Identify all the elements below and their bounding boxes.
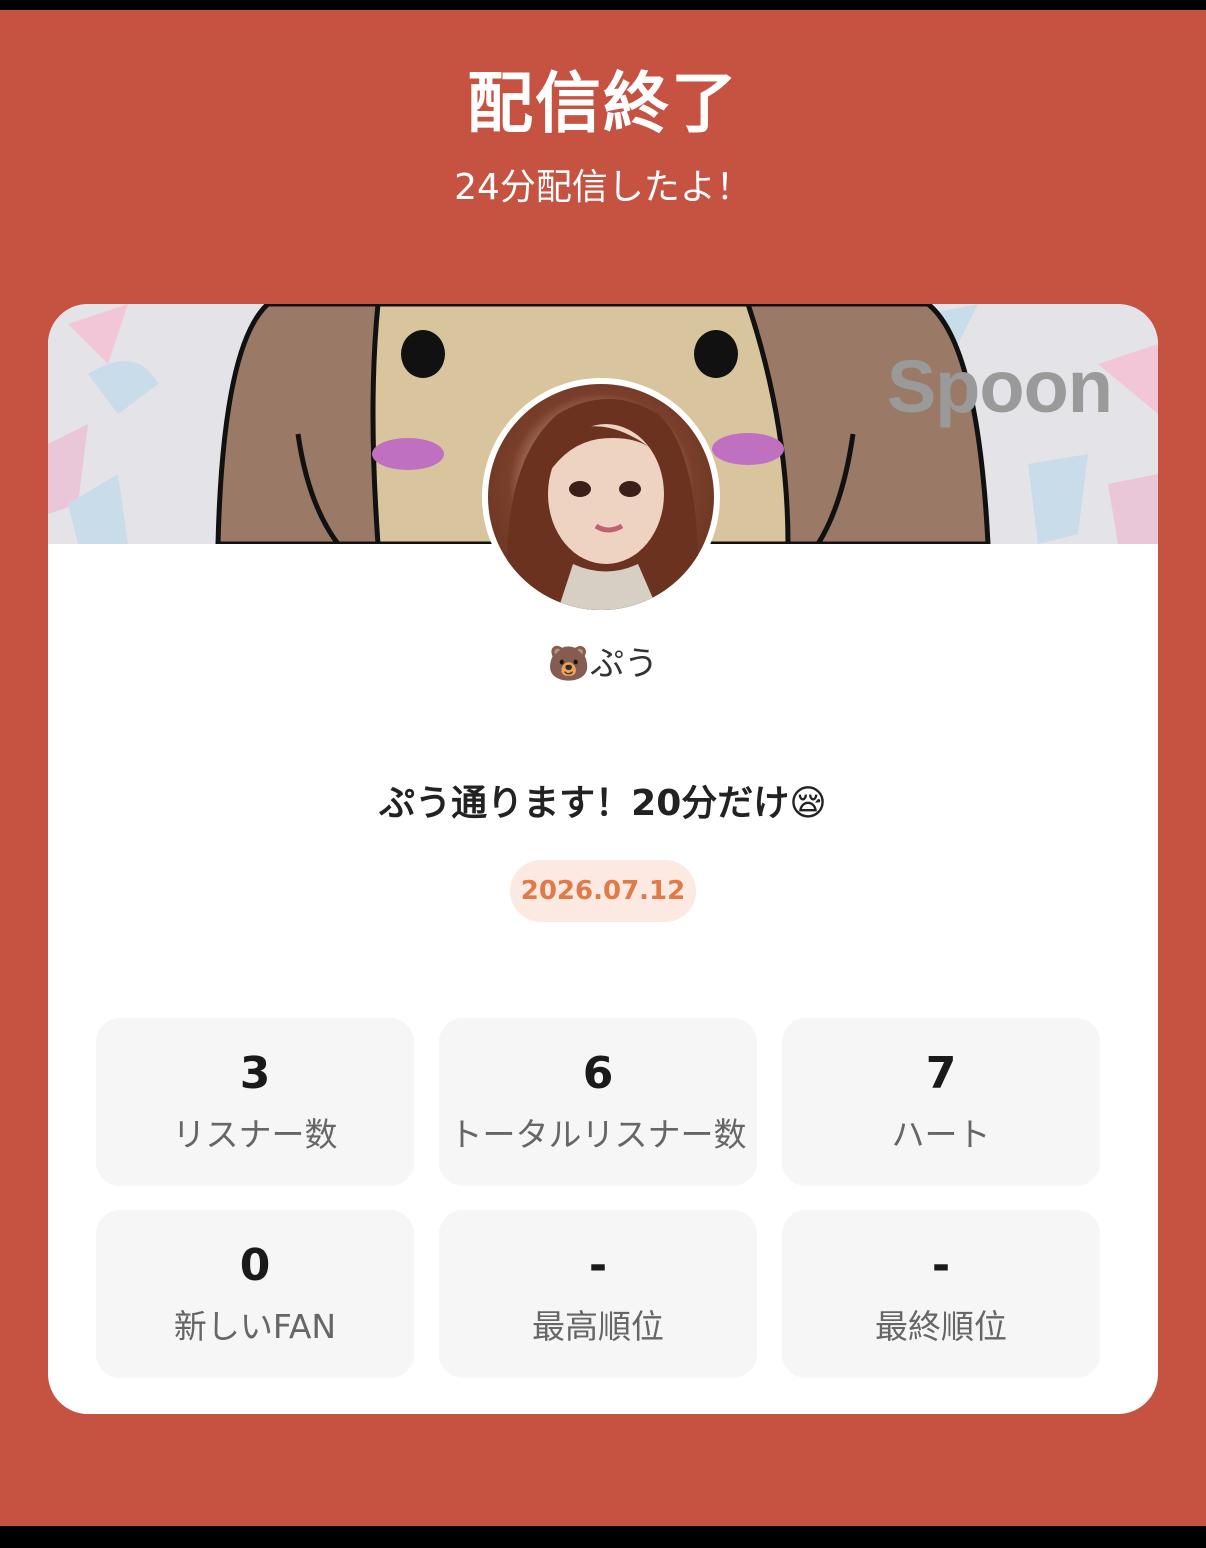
stat-label: 最終順位: [875, 1307, 1007, 1347]
stat-value: -: [588, 1239, 608, 1291]
date-badge: 2026.07.12: [510, 860, 696, 922]
avatar[interactable]: [482, 378, 720, 616]
stat-label: トータルリスナー数: [449, 1115, 747, 1155]
broadcast-duration: 24分配信したよ！: [454, 167, 752, 208]
stat-listeners: 3 リスナー数: [96, 1018, 414, 1186]
stat-highest-rank: - 最高順位: [439, 1210, 757, 1378]
stat-total-listeners: 6 トータルリスナー数: [439, 1018, 757, 1186]
stat-label: リスナー数: [172, 1115, 338, 1155]
stat-new-fans: 0 新しいFAN: [96, 1210, 414, 1378]
live-title: ぷう通ります！20分だけ😪: [379, 783, 827, 824]
live-summary-card: Spoon 🐻ぷう ぷう通ります！20分だけ😪 2026.07.12 3 リスナ…: [48, 304, 1158, 1414]
username: 🐻ぷう: [547, 644, 659, 684]
stat-value: -: [931, 1239, 951, 1291]
avatar-image: [488, 384, 714, 610]
stats-grid: 3 リスナー数 6 トータルリスナー数 7 ハート 0 新しいFAN - 最高順…: [96, 1018, 1100, 1378]
stat-value: 0: [239, 1239, 271, 1291]
stat-hearts: 7 ハート: [782, 1018, 1100, 1186]
stat-value: 7: [925, 1047, 957, 1099]
page-title: 配信終了: [467, 65, 739, 142]
live-ended-screen: 配信終了 24分配信したよ！ Spoon 🐻ぷう ぷう通ります！20分だけ😪 2…: [0, 10, 1206, 1526]
stat-label: ハート: [891, 1115, 991, 1155]
stat-label: 新しいFAN: [173, 1307, 337, 1347]
stat-value: 3: [239, 1047, 271, 1099]
stat-value: 6: [582, 1047, 614, 1099]
spoon-logo: Spoon: [886, 345, 1113, 428]
stat-label: 最高順位: [532, 1307, 664, 1347]
stat-final-rank: - 最終順位: [782, 1210, 1100, 1378]
